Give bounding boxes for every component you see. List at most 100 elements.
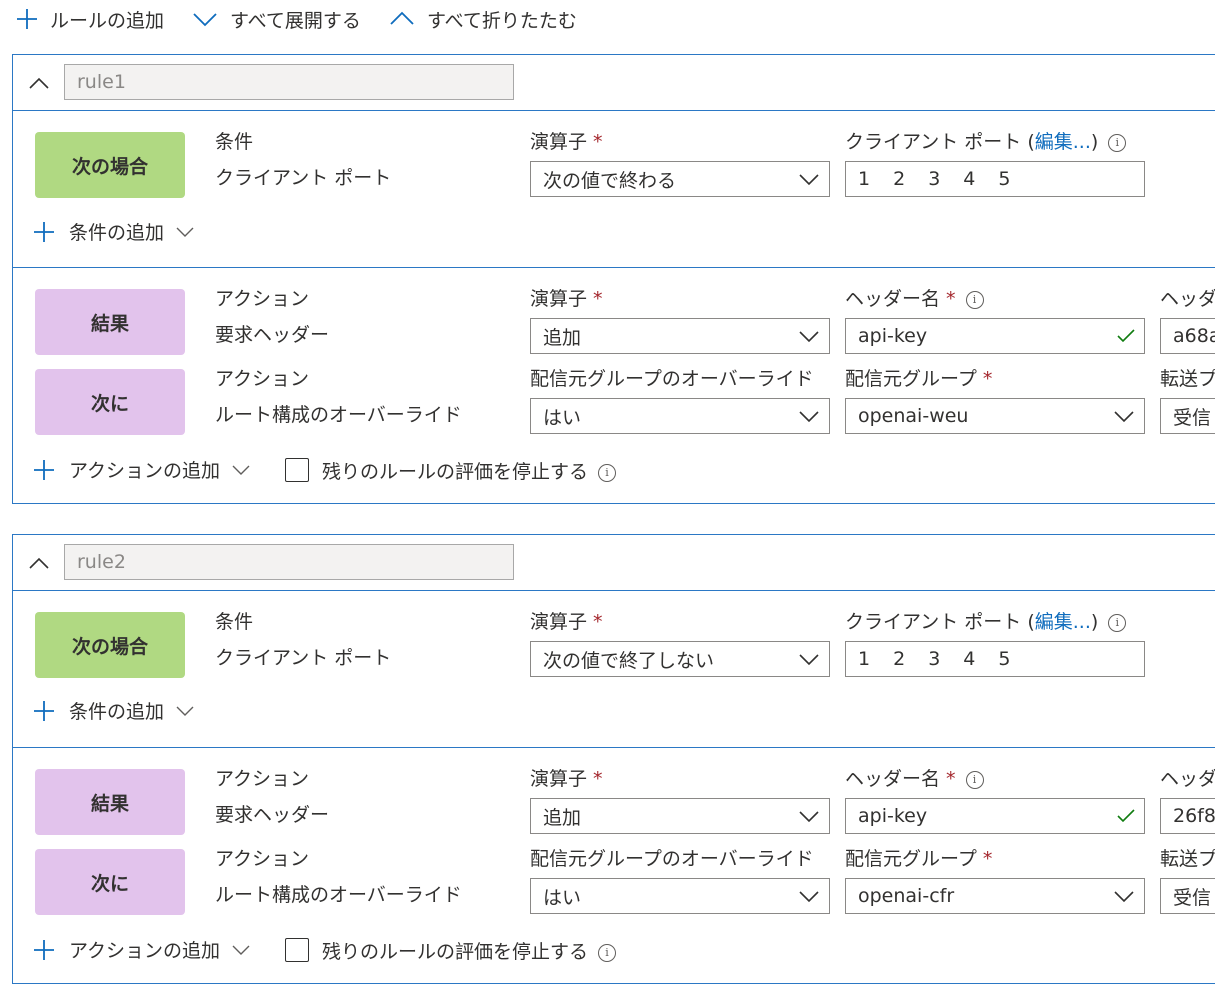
- info-icon[interactable]: i: [598, 463, 617, 482]
- port-value: 4: [963, 168, 976, 190]
- add-rule-button[interactable]: ルールの追加: [16, 4, 164, 34]
- expand-all-label: すべて展開する: [230, 9, 361, 32]
- client-port-label: クライアント ポート (編集...) i: [845, 127, 1127, 154]
- chevron-down-icon: [1114, 411, 1134, 423]
- operator-label: 演算子 *: [530, 764, 603, 791]
- if-badge: 次の場合: [35, 132, 185, 198]
- info-icon[interactable]: i: [1108, 133, 1127, 152]
- header-name-value: api-key: [858, 805, 928, 827]
- result-badge: 結果: [35, 769, 185, 835]
- action-label: アクション: [215, 848, 310, 870]
- rule-name-input[interactable]: rule2: [64, 544, 514, 580]
- add-action-button[interactable]: アクションの追加: [33, 456, 250, 483]
- collapse-all-button[interactable]: すべて折りたたむ: [389, 4, 577, 34]
- operator-selected-value: 追加: [543, 326, 582, 349]
- origin-override-select[interactable]: はい: [530, 878, 830, 914]
- header-name-input[interactable]: api-key: [845, 318, 1145, 354]
- add-action-button[interactable]: アクションの追加: [33, 936, 250, 963]
- info-icon[interactable]: i: [1108, 613, 1127, 632]
- header-value-text: 26f80: [1173, 805, 1215, 827]
- if-badge: 次の場合: [35, 612, 185, 678]
- origin-group-value: openai-weu: [858, 405, 969, 427]
- add-condition-button[interactable]: 条件の追加: [33, 697, 194, 724]
- add-action-label: アクションの追加: [69, 460, 221, 482]
- forwarding-protocol-select[interactable]: 受信: [1160, 398, 1215, 434]
- client-port-label-text: クライアント ポート: [845, 131, 1022, 153]
- add-condition-label: 条件の追加: [69, 222, 165, 244]
- add-action-label: アクションの追加: [69, 940, 221, 962]
- condition-value: クライアント ポート: [215, 167, 392, 189]
- forwarding-protocol-label: 転送プ: [1160, 368, 1215, 390]
- collapse-rule-button[interactable]: [25, 69, 53, 97]
- operator-label-text: 演算子: [530, 768, 588, 790]
- forwarding-protocol-value: 受信: [1173, 406, 1212, 429]
- action-value: ルート構成のオーバーライド: [215, 884, 462, 906]
- forwarding-protocol-value: 受信: [1173, 886, 1212, 909]
- client-port-label-text: クライアント ポート: [845, 611, 1022, 633]
- chevron-down-icon: [799, 811, 819, 823]
- checkmark-icon: [1117, 809, 1135, 823]
- expand-all-button[interactable]: すべて展開する: [192, 4, 361, 34]
- port-value: 5: [998, 168, 1011, 190]
- stop-evaluating-text: 残りのルールの評価を停止する: [322, 941, 589, 963]
- operator-select[interactable]: 次の値で終わる: [530, 161, 830, 197]
- condition-label: 条件: [215, 131, 254, 153]
- port-value: 2: [893, 648, 906, 670]
- action-label: アクション: [215, 288, 310, 310]
- rule-card: rule1 次の場合 条件 クライアント ポート 演算子 * 次の値で終わる クラ…: [12, 54, 1215, 504]
- origin-override-select[interactable]: はい: [530, 398, 830, 434]
- required-marker: *: [593, 768, 603, 790]
- header-name-value: api-key: [858, 325, 928, 347]
- plus-icon: [34, 459, 54, 480]
- port-value: 2: [893, 168, 906, 190]
- rule-name-input[interactable]: rule1: [64, 64, 514, 100]
- edit-ports-link[interactable]: 編集...: [1035, 131, 1091, 153]
- add-rule-label: ルールの追加: [50, 9, 165, 32]
- origin-group-label-text: 配信元グループ: [845, 368, 977, 390]
- operator-select[interactable]: 次の値で終了しない: [530, 641, 830, 677]
- add-condition-button[interactable]: 条件の追加: [33, 218, 194, 245]
- toolbar: ルールの追加 すべて展開する すべて折りたたむ: [0, 0, 1215, 38]
- operator-label: 演算子 *: [530, 607, 603, 634]
- chevron-up-icon: [390, 11, 414, 25]
- chevron-down-icon: [1114, 891, 1134, 903]
- forwarding-protocol-select[interactable]: 受信: [1160, 878, 1215, 914]
- header-value-input[interactable]: a68a: [1160, 318, 1215, 354]
- origin-group-label: 配信元グループ *: [845, 844, 992, 871]
- plus-icon: [34, 221, 54, 242]
- header-value-text: a68a: [1173, 325, 1215, 347]
- plus-icon: [34, 939, 54, 960]
- origin-group-select[interactable]: openai-cfr: [845, 878, 1145, 914]
- header-value-label: ヘッダ: [1160, 768, 1215, 790]
- section-divider: [13, 747, 1215, 748]
- required-marker: *: [982, 848, 993, 870]
- chevron-down-icon: [799, 411, 819, 423]
- stop-evaluating-checkbox[interactable]: [285, 458, 309, 482]
- client-port-field[interactable]: 1 2 3 4 5: [845, 641, 1145, 677]
- then-badge: 次に: [35, 849, 185, 915]
- operator-label: 演算子 *: [530, 127, 603, 154]
- plus-icon: [34, 700, 54, 721]
- stop-evaluating-checkbox[interactable]: [285, 938, 309, 962]
- port-value: 5: [998, 648, 1011, 670]
- header-value-input[interactable]: 26f80: [1160, 798, 1215, 834]
- info-icon[interactable]: i: [598, 943, 617, 962]
- condition-value: クライアント ポート: [215, 647, 392, 669]
- then-badge: 次に: [35, 369, 185, 435]
- operator-label-text: 演算子: [530, 288, 588, 310]
- origin-group-label-text: 配信元グループ: [845, 848, 977, 870]
- stop-evaluating-label: 残りのルールの評価を停止する i: [322, 457, 617, 484]
- info-icon[interactable]: i: [965, 290, 984, 309]
- add-condition-label: 条件の追加: [69, 701, 165, 723]
- operator-select[interactable]: 追加: [530, 318, 830, 354]
- required-marker: *: [982, 368, 993, 390]
- operator-select[interactable]: 追加: [530, 798, 830, 834]
- required-marker: *: [593, 131, 603, 153]
- edit-ports-link[interactable]: 編集...: [1035, 611, 1091, 633]
- origin-group-select[interactable]: openai-weu: [845, 398, 1145, 434]
- info-icon[interactable]: i: [965, 770, 984, 789]
- collapse-rule-button[interactable]: [25, 549, 53, 577]
- header-name-label: ヘッダー名 * i: [845, 284, 984, 311]
- client-port-field[interactable]: 1 2 3 4 5: [845, 161, 1145, 197]
- header-name-input[interactable]: api-key: [845, 798, 1145, 834]
